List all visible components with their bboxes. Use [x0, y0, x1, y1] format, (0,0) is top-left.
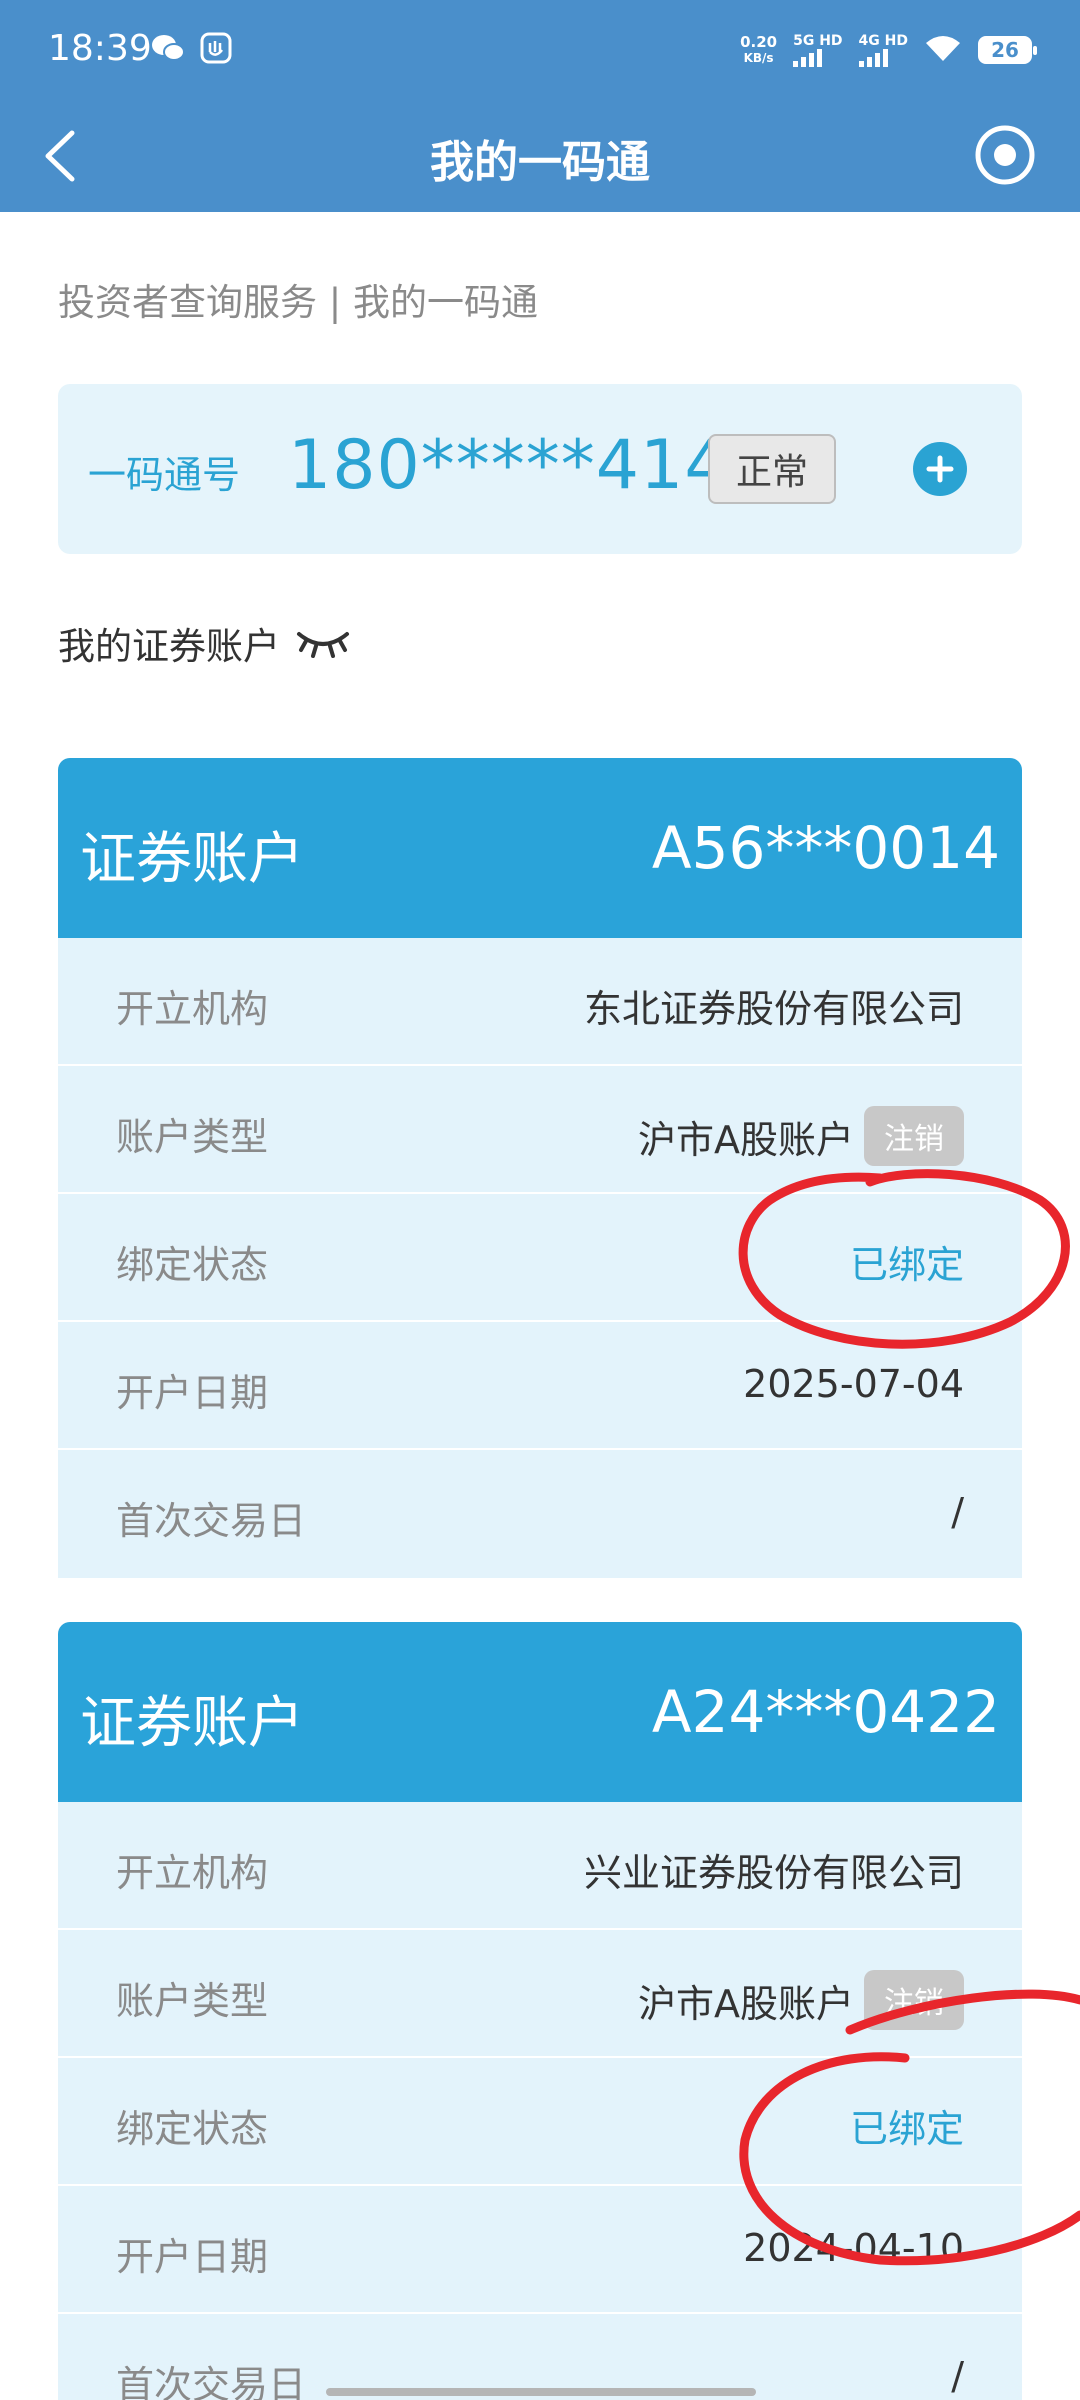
code-number: 180*****4144 [288, 426, 773, 505]
row-label: 开户日期 [116, 2235, 269, 2279]
code-label: 一码通号 [88, 453, 241, 497]
row-label: 绑定状态 [116, 2107, 269, 2151]
section-title: 我的证券账户 [58, 616, 350, 670]
account-row-open-date: 开户日期 2024-04-10 [58, 2186, 1022, 2314]
account-header-label: 证券账户 [80, 827, 304, 892]
net-speed: 0.20 KB/s [740, 34, 777, 66]
breadcrumb: 投资者查询服务 | 我的一码通 [58, 281, 538, 324]
wechat-icon [150, 30, 186, 66]
account-row-open-date: 开户日期 2025-07-04 [58, 1322, 1022, 1450]
net-speed-value: 0.20 [740, 33, 778, 51]
status-bar: 18:39 0.20 KB/s 5G HD 4G HD 26 [0, 0, 1080, 100]
sim1-label: 5G HD [793, 33, 843, 49]
sim2-label: 4G HD [858, 33, 908, 49]
account-row-first-trade: 首次交易日 / [58, 1450, 1022, 1578]
target-button[interactable] [970, 120, 1040, 190]
home-indicator[interactable] [326, 2388, 756, 2396]
battery-level: 26 [991, 38, 1019, 62]
plus-circle-icon [926, 455, 954, 483]
add-button[interactable] [913, 442, 967, 496]
row-label: 账户类型 [116, 1979, 269, 2023]
signal-sim1-icon: 5G HD [793, 33, 843, 67]
account-number: A24***0422 [651, 1678, 1000, 1746]
row-label: 首次交易日 [116, 2363, 307, 2400]
row-value: 2024-04-10 [743, 2226, 964, 2270]
account-card-header: 证券账户 A24***0422 [58, 1622, 1022, 1802]
status-badge: 正常 [708, 434, 836, 504]
account-row-institution: 开立机构 兴业证券股份有限公司 [58, 1802, 1022, 1930]
cancel-badge[interactable]: 注销 [864, 1970, 964, 2030]
row-value: / [951, 2354, 964, 2398]
row-label: 开立机构 [116, 987, 269, 1031]
binding-status: 已绑定 [849, 1243, 964, 1287]
signal-sim2-icon: 4G HD [858, 33, 908, 67]
row-label: 账户类型 [116, 1115, 269, 1159]
account-row-binding: 绑定状态 已绑定 [58, 2058, 1022, 2186]
row-value-group: 沪市A股账户 注销 [638, 1970, 964, 2030]
app-notification-icon [198, 30, 234, 66]
section-title-text: 我的证券账户 [58, 625, 280, 668]
eye-closed-icon[interactable] [296, 628, 350, 658]
account-row-binding: 绑定状态 已绑定 [58, 1194, 1022, 1322]
net-speed-unit: KB/s [743, 51, 774, 65]
row-label: 开户日期 [116, 1371, 269, 1415]
row-value-group: 沪市A股账户 注销 [638, 1106, 964, 1166]
row-label: 首次交易日 [116, 1499, 307, 1543]
status-indicators: 0.20 KB/s 5G HD 4G HD 26 [740, 28, 1037, 72]
account-header-label: 证券账户 [80, 1691, 304, 1756]
nav-bar: 我的一码通 [0, 100, 1080, 212]
account-number: A56***0014 [651, 814, 1000, 882]
account-card-header: 证券账户 A56***0014 [58, 758, 1022, 938]
account-row-institution: 开立机构 东北证券股份有限公司 [58, 938, 1022, 1066]
row-value: 东北证券股份有限公司 [583, 987, 964, 1031]
account-card: 证券账户 A56***0014 开立机构 东北证券股份有限公司 账户类型 沪市A… [58, 758, 1022, 1578]
account-card: 证券账户 A24***0422 开立机构 兴业证券股份有限公司 账户类型 沪市A… [58, 1622, 1022, 2400]
account-row-type: 账户类型 沪市A股账户 注销 [58, 1066, 1022, 1194]
account-row-type: 账户类型 沪市A股账户 注销 [58, 1930, 1022, 2058]
row-label: 开立机构 [116, 1851, 269, 1895]
binding-status: 已绑定 [849, 2107, 964, 2151]
row-value: 沪市A股账户 [638, 1117, 854, 1162]
row-value: 兴业证券股份有限公司 [583, 1851, 964, 1895]
code-card: 一码通号 180*****4144 正常 [58, 384, 1022, 554]
row-value: 沪市A股账户 [638, 1981, 854, 2026]
cancel-badge[interactable]: 注销 [864, 1106, 964, 1166]
wifi-icon [924, 33, 962, 67]
row-value: / [951, 1490, 964, 1534]
row-label: 绑定状态 [116, 1243, 269, 1287]
page-title: 我的一码通 [430, 137, 650, 188]
target-circle-icon [975, 125, 1035, 185]
battery-icon: 26 [978, 36, 1037, 64]
status-time: 18:39 [48, 28, 152, 69]
row-value: 2025-07-04 [743, 1362, 964, 1406]
